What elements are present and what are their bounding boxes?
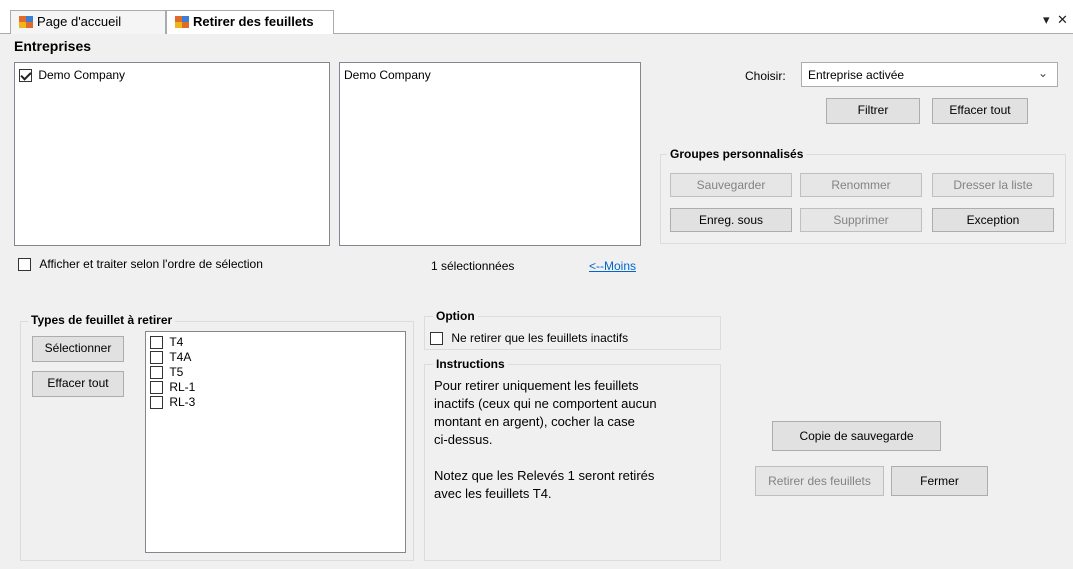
close-button-label: Fermer <box>920 474 959 488</box>
order-checkbox-label: Afficher et traiter selon l'ordre de sél… <box>39 257 263 271</box>
tab-label: Page d'accueil <box>37 14 122 29</box>
order-checkbox-row[interactable]: Afficher et traiter selon l'ordre de sél… <box>18 256 263 272</box>
list-item-label: RL-3 <box>169 395 196 409</box>
save-group-button[interactable]: Sauvegarder <box>670 173 792 197</box>
slip-types-list[interactable]: T4 T4A T5 RL-1 RL-3 <box>145 331 406 553</box>
choose-dropdown-value: Entreprise activée <box>808 68 905 82</box>
delete-group-button[interactable]: Supprimer <box>800 208 922 232</box>
remove-slips-button-label: Retirer des feuillets <box>768 474 871 488</box>
list-item[interactable]: RL-1 <box>150 379 195 395</box>
list-item[interactable]: RL-3 <box>150 394 195 410</box>
inactive-only-checkbox[interactable] <box>430 332 443 346</box>
list-item-label: T4 <box>169 335 184 349</box>
backup-button[interactable]: Copie de sauvegarde <box>772 421 941 451</box>
app-icon <box>19 16 33 28</box>
list-item[interactable]: T4 <box>150 334 183 350</box>
app-icon <box>175 16 189 28</box>
select-slips-button[interactable]: Sélectionner <box>32 336 124 362</box>
list-item-label: Demo Company <box>38 68 126 82</box>
inactive-only-row[interactable]: Ne retirer que les feuillets inactifs <box>430 330 628 346</box>
close-icon[interactable]: ✕ <box>1057 12 1068 28</box>
custom-groups-title: Groupes personnalisés <box>667 147 807 161</box>
instructions-line: avec les feuillets T4. <box>434 486 552 501</box>
instructions-line: Pour retirer uniquement les feuillets <box>434 378 639 393</box>
company-checkbox[interactable] <box>19 69 32 83</box>
choose-label: Choisir: <box>745 69 786 83</box>
exception-button[interactable]: Exception <box>932 208 1054 232</box>
chevron-down-icon: ⌄ <box>1038 66 1049 80</box>
clear-slips-button[interactable]: Effacer tout <box>32 371 124 397</box>
slip-types-title: Types de feuillet à retirer <box>28 313 176 327</box>
save-as-button[interactable]: Enreg. sous <box>670 208 792 232</box>
tab-label: Retirer des feuillets <box>193 14 314 29</box>
list-item-label: T4A <box>169 350 192 364</box>
list-item-label: RL-1 <box>169 380 196 394</box>
instructions-line <box>434 449 657 467</box>
companies-title: Entreprises <box>14 38 92 54</box>
list-item[interactable]: T5 <box>150 364 183 380</box>
remove-slips-button[interactable]: Retirer des feuillets <box>755 466 884 496</box>
list-item-label: T5 <box>169 365 184 379</box>
slip-checkbox[interactable] <box>150 336 163 350</box>
instructions-line: inactifs (ceux qui ne comportent aucun <box>434 396 657 411</box>
close-button[interactable]: Fermer <box>891 466 988 496</box>
inactive-only-label: Ne retirer que les feuillets inactifs <box>451 331 629 345</box>
selected-companies-list[interactable]: Demo Company <box>339 62 641 246</box>
slip-checkbox[interactable] <box>150 351 163 365</box>
list-item[interactable]: Demo Company <box>19 67 125 83</box>
selected-count: 1 sélectionnées <box>431 259 515 273</box>
instructions-title: Instructions <box>433 357 508 371</box>
list-item[interactable]: T4A <box>150 349 191 365</box>
slip-checkbox[interactable] <box>150 396 163 410</box>
list-groups-button[interactable]: Dresser la liste <box>932 173 1054 197</box>
available-companies-list[interactable]: Demo Company <box>14 62 330 246</box>
rename-group-button[interactable]: Renommer <box>800 173 922 197</box>
backup-button-label: Copie de sauvegarde <box>799 429 914 443</box>
tab-remove-slips[interactable]: Retirer des feuillets <box>166 10 334 35</box>
instructions-text: Pour retirer uniquement les feuillets in… <box>434 377 657 503</box>
order-checkbox[interactable] <box>18 258 31 272</box>
clear-all-button[interactable]: Effacer tout <box>932 98 1028 124</box>
instructions-line: ci-dessus. <box>434 432 493 447</box>
tab-home[interactable]: Page d'accueil <box>10 10 166 34</box>
less-link[interactable]: <--Moins <box>589 258 636 274</box>
instructions-line: Notez que les Relevés 1 seront retirés <box>434 468 655 483</box>
tab-strip: Page d'accueil Retirer des feuillets ▾ ✕ <box>0 0 1073 35</box>
choose-dropdown[interactable]: Entreprise activée ⌄ <box>801 62 1058 87</box>
filter-button[interactable]: Filtrer <box>826 98 920 124</box>
option-title: Option <box>433 309 478 323</box>
instructions-line: montant en argent), cocher la case <box>434 414 635 429</box>
tab-menu-icon[interactable]: ▾ <box>1043 12 1050 28</box>
slip-checkbox[interactable] <box>150 366 163 380</box>
slip-checkbox[interactable] <box>150 381 163 395</box>
list-item[interactable]: Demo Company <box>344 67 431 83</box>
